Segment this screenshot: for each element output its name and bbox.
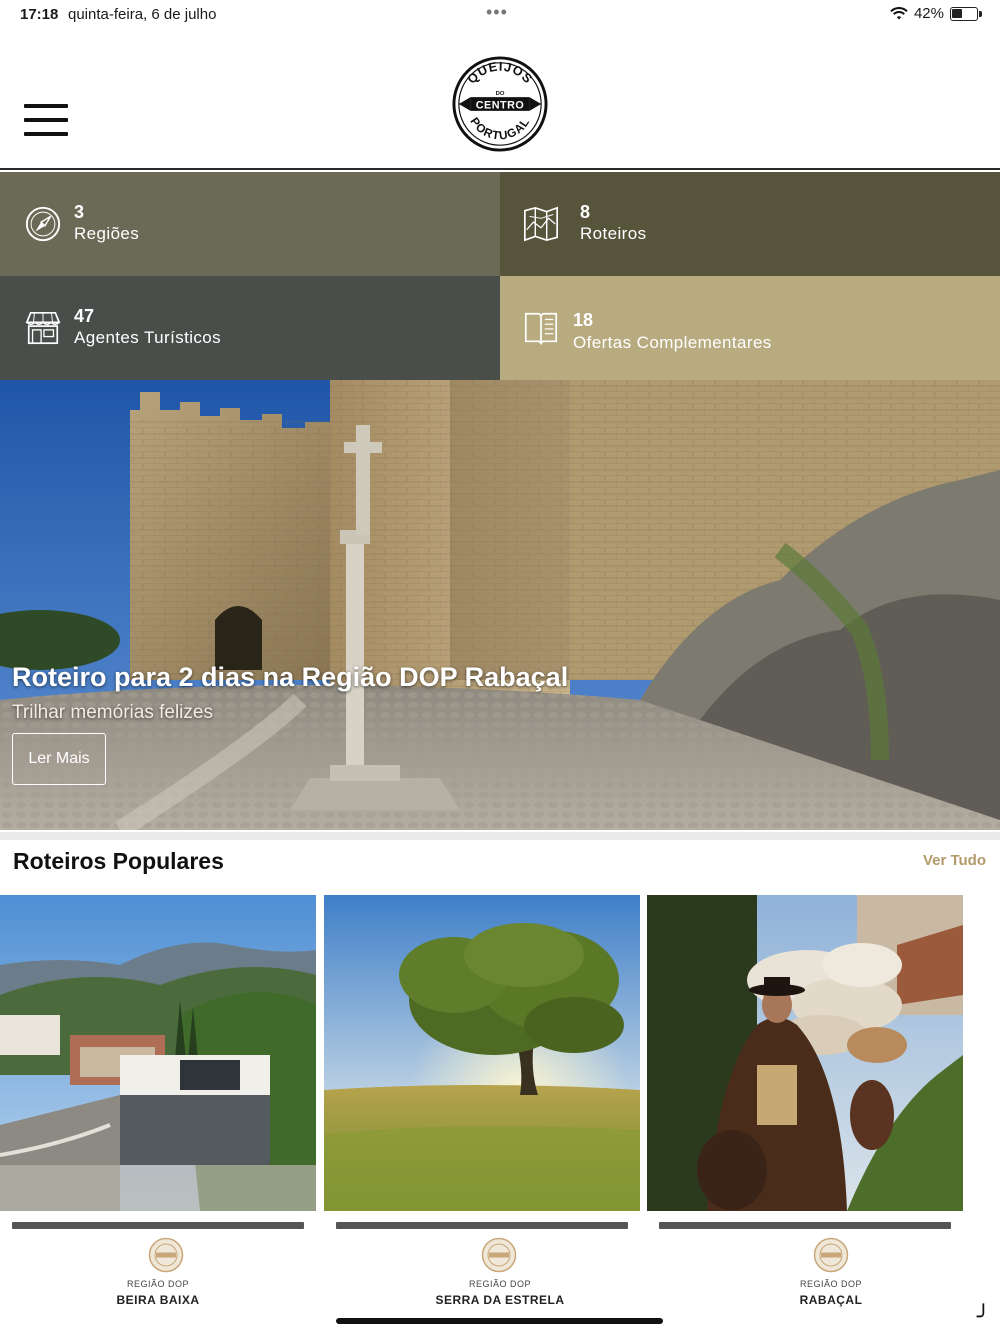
route-card-bar: [336, 1222, 628, 1229]
read-more-button[interactable]: Ler Mais: [12, 733, 106, 785]
queijos-do-centro-portugal-logo[interactable]: QUEIJOS DO CENTRO PORTUGAL: [451, 55, 549, 153]
store-icon: [25, 311, 61, 345]
route-card-bar: [12, 1222, 304, 1229]
stat-label: Roteiros: [580, 224, 647, 243]
menu-line: [24, 132, 68, 136]
stat-count: 3: [74, 202, 85, 222]
status-time: 17:18: [20, 6, 59, 23]
status-bar: 17:18 quinta-feira, 6 de julho ••• 42%: [0, 0, 1000, 30]
stat-count: 47: [74, 306, 95, 326]
route-region-prefix: REGIÃO DOP: [799, 1279, 862, 1289]
featured-route-hero[interactable]: Roteiro para 2 dias na Região DOP Rabaça…: [0, 380, 1000, 830]
battery-icon: [950, 6, 982, 21]
book-icon: [524, 312, 558, 346]
stats-grid: 3 Regiões 8 Roteiros 47 Agentes Turístic…: [0, 172, 1000, 380]
hamburger-menu-button[interactable]: [24, 104, 68, 138]
castle-gate-photo: [0, 380, 1000, 830]
battery-percent: 42%: [913, 5, 944, 22]
logo-text-centro: CENTRO: [476, 99, 524, 111]
route-card-bar: [659, 1222, 951, 1229]
dop-seal-icon: [481, 1237, 517, 1273]
stat-tile-regioes[interactable]: 3 Regiões: [0, 172, 500, 276]
route-region-prefix: REGIÃO DOP: [468, 1279, 531, 1289]
route-region-name: SERRA DA ESTRELA: [435, 1293, 565, 1307]
status-date: quinta-feira, 6 de julho: [68, 6, 217, 23]
dop-seal-icon: [148, 1237, 184, 1273]
app-header: QUEIJOS DO CENTRO PORTUGAL: [0, 30, 1000, 170]
see-all-link[interactable]: Ver Tudo: [923, 852, 986, 869]
stat-label: Regiões: [74, 224, 140, 243]
home-indicator[interactable]: [336, 1318, 663, 1324]
hero-title: Roteiro para 2 dias na Região DOP Rabaça…: [12, 662, 569, 692]
route-card-serra-da-estrela[interactable]: REGIÃO DOP SERRA DA ESTRELA: [324, 895, 640, 1315]
multitasking-dots-icon[interactable]: •••: [486, 2, 508, 23]
stat-label: Ofertas Complementares: [573, 333, 772, 352]
route-card-beira-baixa[interactable]: REGIÃO DOP BEIRA BAIXA: [0, 895, 316, 1315]
section-title-popular-routes: Roteiros Populares: [13, 848, 224, 874]
beira-baixa-photo: [0, 895, 316, 1211]
serra-da-estrela-photo: [324, 895, 640, 1211]
hero-subtitle: Trilhar memórias felizes: [12, 702, 213, 723]
stat-tile-agentes[interactable]: 47 Agentes Turísticos: [0, 276, 500, 380]
menu-line: [24, 118, 68, 122]
map-icon: [523, 206, 559, 242]
corner-handle-icon: ╯: [976, 1304, 990, 1329]
route-region-prefix: REGIÃO DOP: [126, 1279, 189, 1289]
compass-icon: [25, 206, 61, 242]
stat-tile-roteiros[interactable]: 8 Roteiros: [500, 172, 1000, 276]
battery-fill: [952, 8, 962, 18]
stat-label: Agentes Turísticos: [74, 328, 222, 347]
wifi-icon: [890, 6, 908, 21]
menu-line: [24, 104, 68, 108]
rabacal-shepherd-photo: [647, 895, 963, 1211]
logo-text-do: DO: [496, 91, 505, 97]
route-region-name: RABAÇAL: [799, 1293, 863, 1307]
stat-count: 8: [580, 202, 591, 222]
route-region-name: BEIRA BAIXA: [116, 1293, 200, 1307]
route-card-rabacal[interactable]: REGIÃO DOP RABAÇAL: [647, 895, 963, 1315]
stat-count: 18: [573, 310, 594, 330]
dop-seal-icon: [813, 1237, 849, 1273]
stat-tile-ofertas[interactable]: 18 Ofertas Complementares: [500, 276, 1000, 380]
section-divider: [0, 832, 1000, 840]
status-indicators: 42%: [890, 5, 982, 22]
